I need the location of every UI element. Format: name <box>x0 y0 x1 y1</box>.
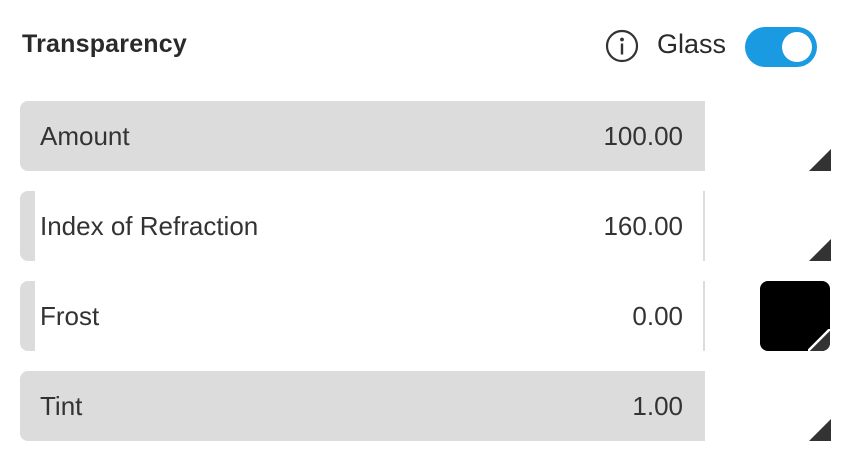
amount-slider[interactable]: Amount 100.00 <box>20 101 705 171</box>
frost-slider-fill <box>20 281 35 351</box>
glass-toggle[interactable] <box>745 27 817 67</box>
tint-label: Tint <box>40 391 83 421</box>
index-of-refraction-slider-fill <box>20 191 35 261</box>
index-of-refraction-value: 160.00 <box>603 211 683 241</box>
frost-swatch-corner-icon <box>808 329 830 351</box>
tint-value: 1.00 <box>632 391 683 421</box>
amount-texture-corner-icon[interactable] <box>809 149 831 171</box>
tint-slider[interactable]: Tint 1.00 <box>20 371 705 441</box>
info-icon[interactable] <box>605 29 639 63</box>
tint-texture-corner-icon[interactable] <box>809 419 831 441</box>
section-title: Transparency <box>22 30 187 58</box>
tint-slider-fill <box>20 371 705 441</box>
glass-label: Glass <box>657 29 727 59</box>
toggle-knob <box>782 32 812 62</box>
frost-color-swatch[interactable] <box>760 281 830 351</box>
amount-value: 100.00 <box>603 121 683 151</box>
index-of-refraction-slider[interactable]: Index of Refraction 160.00 <box>20 191 705 261</box>
frost-slider[interactable]: Frost 0.00 <box>20 281 705 351</box>
frost-value: 0.00 <box>632 301 683 331</box>
frost-label: Frost <box>40 301 100 331</box>
amount-label: Amount <box>40 121 130 151</box>
index-of-refraction-label: Index of Refraction <box>40 211 259 241</box>
refraction-texture-corner-icon[interactable] <box>809 239 831 261</box>
